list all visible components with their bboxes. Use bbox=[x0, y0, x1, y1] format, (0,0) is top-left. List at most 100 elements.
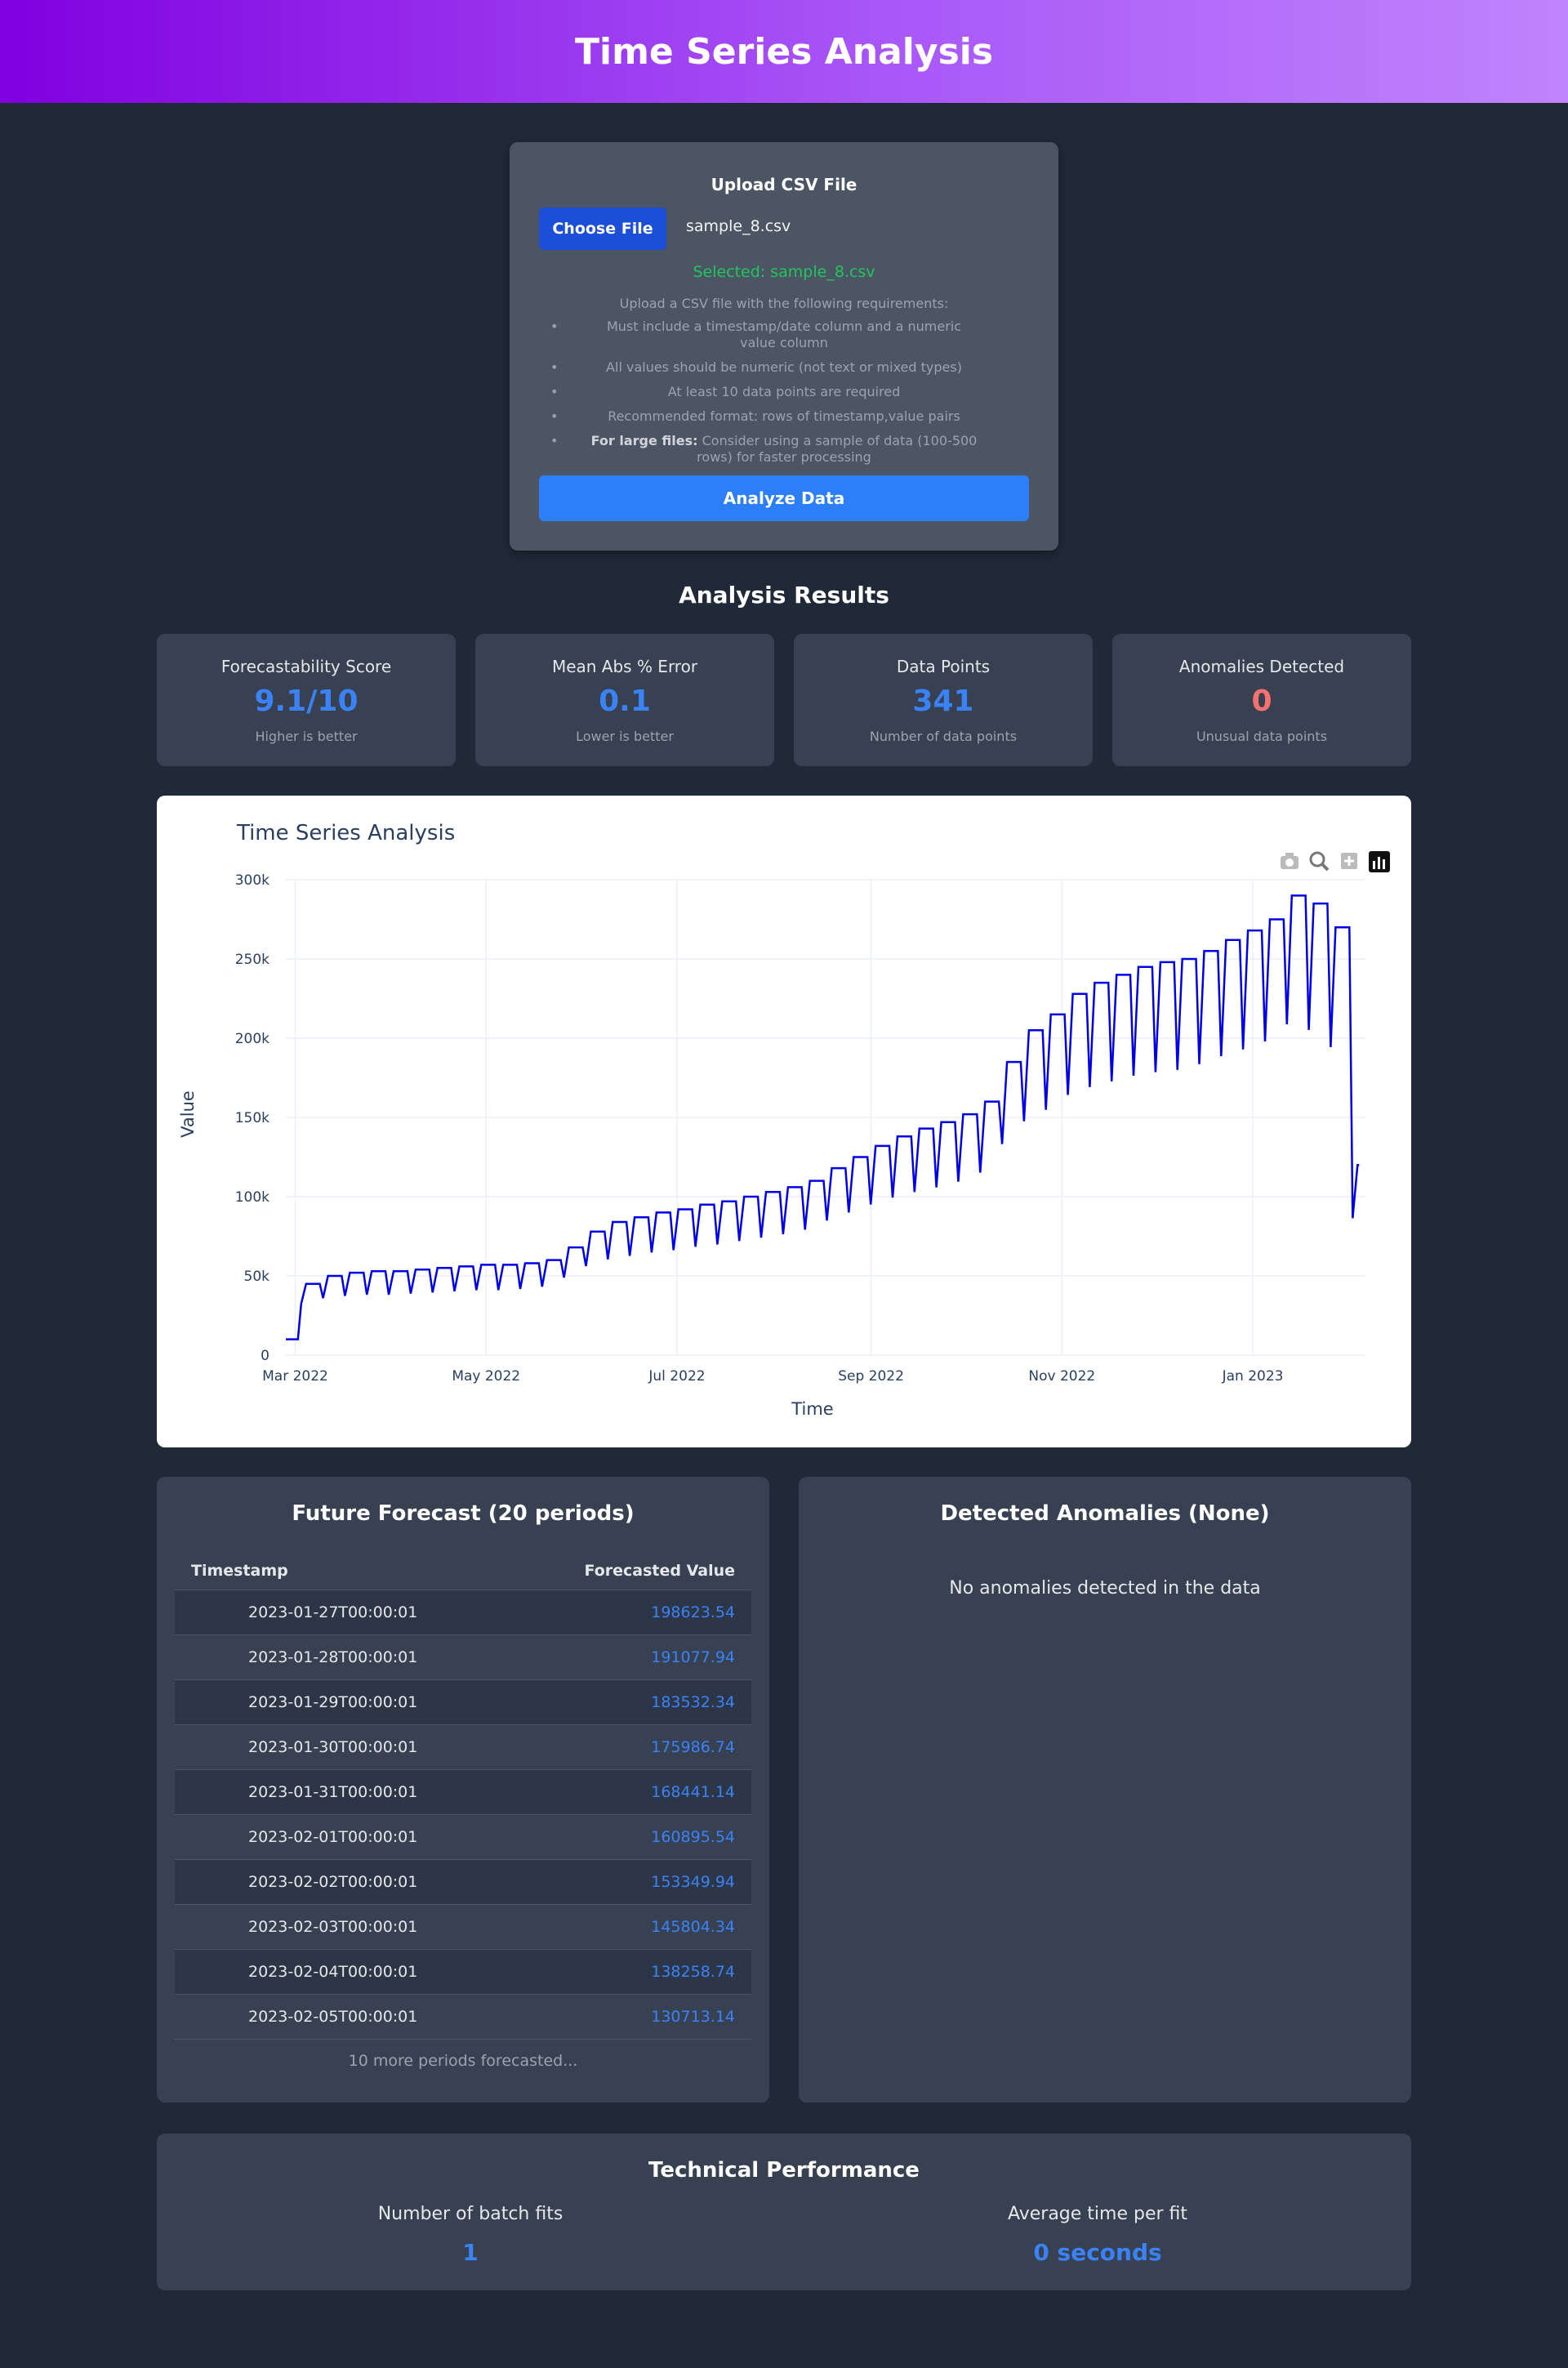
table-row: 2023-01-27T00:00:01 198623.54 bbox=[175, 1590, 751, 1635]
app-title: Time Series Analysis bbox=[574, 30, 994, 73]
y-tick-label: 100k bbox=[235, 1189, 270, 1206]
zoom-icon[interactable] bbox=[1309, 851, 1330, 872]
table-row: 2023-02-03T00:00:01 145804.34 bbox=[175, 1904, 751, 1950]
metric-data-points: Data Points 341 Number of data points bbox=[794, 634, 1093, 766]
row-value: 191077.94 bbox=[516, 1634, 751, 1680]
metric-mape: Mean Abs % Error 0.1 Lower is better bbox=[475, 634, 774, 766]
row-value: 153349.94 bbox=[516, 1859, 751, 1905]
y-tick-label: 250k bbox=[235, 952, 270, 968]
x-tick-label: Jan 2023 bbox=[1222, 1368, 1284, 1385]
selected-file-status: Selected: sample_8.csv bbox=[693, 263, 875, 281]
metric-anomalies: Anomalies Detected 0 Unusual data points bbox=[1112, 634, 1411, 766]
avg-time-stat: Average time per fit 0 seconds bbox=[784, 2204, 1411, 2266]
row-value: 145804.34 bbox=[516, 1904, 751, 1950]
forecast-panel: Future Forecast (20 periods) Timestamp F… bbox=[157, 1477, 769, 2103]
y-tick-label: 200k bbox=[235, 1031, 270, 1047]
choose-file-button[interactable]: Choose File bbox=[539, 207, 666, 250]
table-row: 2023-02-04T00:00:01 138258.74 bbox=[175, 1949, 751, 1995]
metric-subtext: Number of data points bbox=[869, 729, 1018, 744]
time-series-chart[interactable]: Time Series Analysis 0 50k 100k 150k 200k 250… bbox=[157, 796, 1411, 1447]
batch-fits-stat: Number of batch fits 1 bbox=[157, 2204, 784, 2266]
requirement-item: Recommended format: rows of timestamp,va… bbox=[539, 408, 1029, 425]
metric-label: Data Points bbox=[896, 657, 991, 676]
technical-performance-card: Technical Performance Number of batch fi… bbox=[157, 2134, 1411, 2290]
metric-label: Anomalies Detected bbox=[1178, 657, 1345, 676]
metric-label: Forecastability Score bbox=[220, 657, 392, 676]
upload-title: Upload CSV File bbox=[710, 175, 858, 194]
avg-time-value: 0 seconds bbox=[1033, 2239, 1162, 2266]
x-tick-label: Mar 2022 bbox=[262, 1368, 328, 1385]
more-periods-text: 10 more periods forecasted... bbox=[348, 2052, 578, 2070]
metric-subtext: Lower is better bbox=[576, 729, 674, 744]
batch-fits-value: 1 bbox=[462, 2239, 479, 2266]
large-files-text: Consider using a sample of data (100-500… bbox=[697, 433, 978, 465]
bar-chart-logo-icon[interactable] bbox=[1369, 851, 1390, 872]
row-value: 198623.54 bbox=[516, 1590, 751, 1635]
metric-subtext: Higher is better bbox=[255, 729, 358, 744]
x-tick-label: Jul 2022 bbox=[648, 1368, 705, 1385]
row-timestamp: 2023-02-03T00:00:01 bbox=[175, 1904, 517, 1950]
table-row: 2023-02-05T00:00:01 130713.14 bbox=[175, 1994, 751, 2040]
anomalies-panel: Detected Anomalies (None) No anomalies d… bbox=[799, 1477, 1411, 2103]
metric-value: 0 bbox=[1251, 685, 1272, 718]
requirement-item: Must include a timestamp/date column and… bbox=[539, 319, 1029, 351]
metric-value: 9.1/10 bbox=[254, 685, 359, 718]
x-tick-label: May 2022 bbox=[452, 1368, 520, 1385]
row-value: 175986.74 bbox=[516, 1724, 751, 1770]
row-value: 160895.54 bbox=[516, 1814, 751, 1860]
forecast-title: Future Forecast (20 periods) bbox=[292, 1501, 635, 1526]
large-files-label: For large files: bbox=[590, 433, 698, 448]
table-row: 2023-01-30T00:00:01 175986.74 bbox=[175, 1724, 751, 1770]
requirement-item: At least 10 data points are required bbox=[539, 384, 1029, 400]
camera-icon[interactable] bbox=[1281, 853, 1298, 869]
row-timestamp: 2023-01-27T00:00:01 bbox=[175, 1590, 517, 1635]
avg-time-label: Average time per fit bbox=[1007, 2204, 1188, 2224]
row-value: 130713.14 bbox=[516, 1994, 751, 2040]
metric-value: 0.1 bbox=[599, 685, 651, 718]
analyze-data-button[interactable]: Analyze Data bbox=[539, 475, 1029, 521]
requirements-intro: Upload a CSV file with the following req… bbox=[619, 296, 949, 311]
column-header-timestamp: Timestamp bbox=[175, 1552, 517, 1590]
metric-label: Mean Abs % Error bbox=[551, 657, 698, 676]
results-title: Analysis Results bbox=[679, 582, 889, 609]
requirement-item-large-files: For large files: Consider using a sample… bbox=[539, 433, 1029, 466]
row-timestamp: 2023-02-01T00:00:01 bbox=[175, 1814, 517, 1860]
row-timestamp: 2023-01-28T00:00:01 bbox=[175, 1634, 517, 1680]
metric-subtext: Unusual data points bbox=[1196, 729, 1328, 744]
chart-card: Time Series Analysis 0 50k 100k 150k 200k 250… bbox=[157, 796, 1411, 1447]
requirements-list: Must include a timestamp/date column and… bbox=[539, 319, 1029, 474]
y-tick-label: 0 bbox=[261, 1348, 270, 1364]
x-tick-label: Nov 2022 bbox=[1028, 1368, 1095, 1385]
technical-performance-title: Technical Performance bbox=[648, 2158, 920, 2183]
row-timestamp: 2023-01-31T00:00:01 bbox=[175, 1769, 517, 1815]
table-row: 2023-01-28T00:00:01 191077.94 bbox=[175, 1634, 751, 1680]
forecast-table: Timestamp Forecasted Value 2023-01-27T00… bbox=[175, 1552, 751, 2040]
upload-card: Upload CSV File Choose File sample_8.csv… bbox=[510, 142, 1058, 551]
chart-modebar bbox=[1281, 851, 1390, 872]
anomalies-title: Detected Anomalies (None) bbox=[940, 1501, 1270, 1526]
row-timestamp: 2023-02-02T00:00:01 bbox=[175, 1859, 517, 1905]
metric-forecastability: Forecastability Score 9.1/10 Higher is b… bbox=[157, 634, 456, 766]
table-row: 2023-02-01T00:00:01 160895.54 bbox=[175, 1814, 751, 1860]
table-row: 2023-01-31T00:00:01 168441.14 bbox=[175, 1769, 751, 1815]
selected-file-name: sample_8.csv bbox=[686, 217, 791, 235]
y-axis-label: Value bbox=[178, 1090, 198, 1138]
batch-fits-label: Number of batch fits bbox=[377, 2204, 564, 2224]
column-header-forecasted-value: Forecasted Value bbox=[516, 1552, 751, 1590]
requirement-item: All values should be numeric (not text o… bbox=[539, 359, 1029, 376]
y-axis-ticks: 0 50k 100k 150k 200k 250k 300k bbox=[235, 872, 270, 1364]
no-anomalies-text: No anomalies detected in the data bbox=[949, 1578, 1261, 1599]
row-timestamp: 2023-02-05T00:00:01 bbox=[175, 1994, 517, 2040]
y-tick-label: 50k bbox=[244, 1269, 270, 1285]
row-value: 168441.14 bbox=[516, 1769, 751, 1815]
x-axis-ticks: Mar 2022 May 2022 Jul 2022 Sep 2022 Nov 2022… bbox=[262, 1368, 1283, 1385]
metric-value: 341 bbox=[912, 685, 974, 718]
row-timestamp: 2023-01-30T00:00:01 bbox=[175, 1724, 517, 1770]
y-tick-label: 150k bbox=[235, 1110, 270, 1126]
x-axis-label: Time bbox=[791, 1399, 833, 1419]
plus-icon[interactable] bbox=[1341, 853, 1357, 869]
x-tick-label: Sep 2022 bbox=[838, 1368, 904, 1385]
row-timestamp: 2023-02-04T00:00:01 bbox=[175, 1949, 517, 1995]
table-row: 2023-01-29T00:00:01 183532.34 bbox=[175, 1679, 751, 1725]
row-timestamp: 2023-01-29T00:00:01 bbox=[175, 1679, 517, 1725]
